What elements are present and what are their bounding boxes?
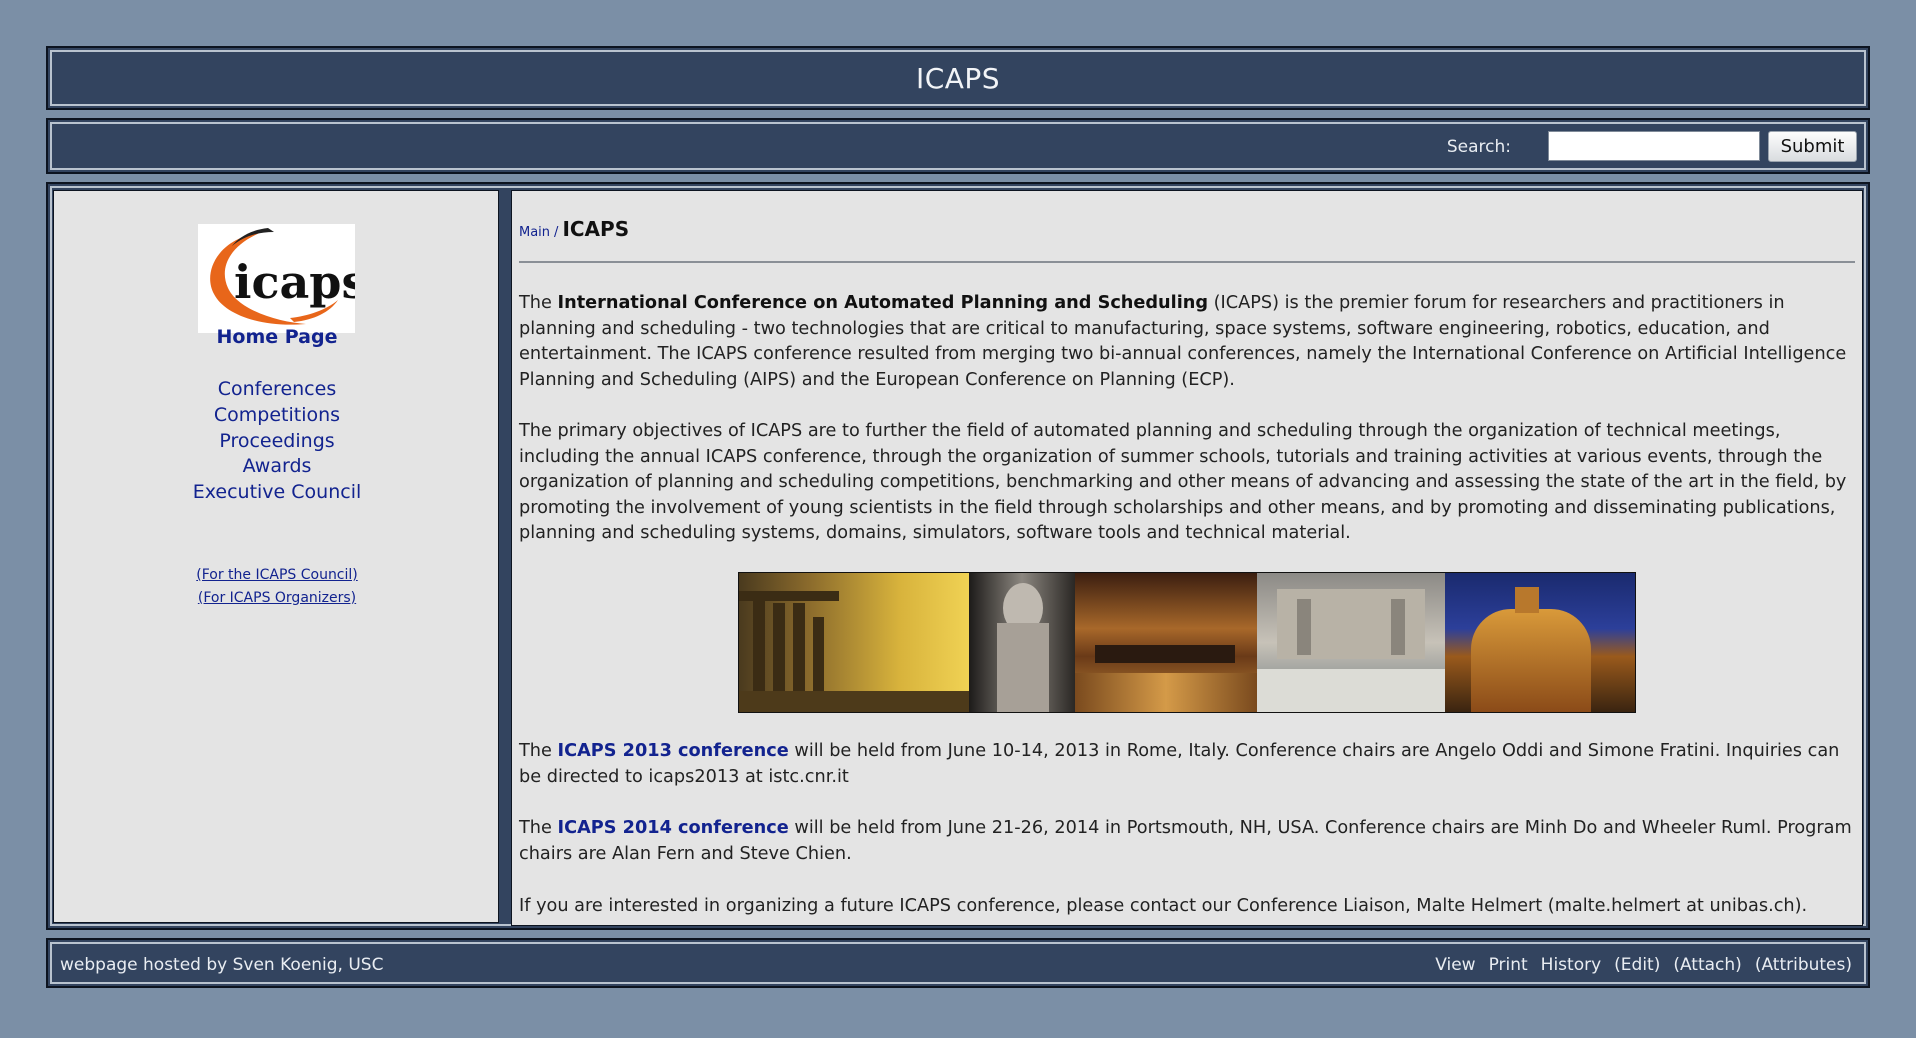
svg-text:icaps: icaps	[234, 255, 355, 309]
title-divider	[519, 261, 1855, 263]
site-header: ICAPS	[46, 46, 1870, 110]
sidebar-link-council[interactable]: (For the ICAPS Council)	[54, 566, 500, 584]
sidebar-link-conferences[interactable]: Conferences	[54, 378, 500, 400]
main-content: Main / ICAPS The International Conference …	[511, 190, 1863, 926]
breadcrumb: Main / ICAPS	[519, 217, 629, 241]
page-title: ICAPS	[562, 217, 630, 241]
sidebar-home-link[interactable]: Home Page	[54, 326, 500, 348]
banner-castel-sant-angelo	[1445, 573, 1635, 712]
icaps-logo[interactable]: icaps	[198, 224, 355, 333]
icaps-2014-text-start: The	[519, 818, 558, 838]
sidebar-link-awards[interactable]: Awards	[54, 455, 500, 477]
rome-banner-image	[738, 572, 1636, 713]
site-title: ICAPS	[915, 61, 1001, 95]
banner-auditorium	[1075, 573, 1257, 712]
breadcrumb-separator: /	[554, 225, 559, 240]
action-print[interactable]: Print	[1489, 955, 1528, 975]
icaps-2013-paragraph: The ICAPS 2013 conference will be held f…	[519, 739, 1859, 790]
icaps-2014-link[interactable]: ICAPS 2014 conference	[558, 818, 789, 838]
icaps-2013-text-start: The	[519, 741, 558, 761]
action-view[interactable]: View	[1435, 955, 1475, 975]
sidebar-link-organizers[interactable]: (For ICAPS Organizers)	[54, 589, 500, 607]
site-footer: webpage hosted by Sven Koenig, USC View …	[46, 938, 1870, 988]
page-actions: View Print History (Edit) (Attach) (Attr…	[1435, 955, 1852, 975]
submit-button[interactable]: Submit	[1768, 131, 1857, 162]
sidebar-link-competitions[interactable]: Competitions	[54, 404, 500, 426]
action-edit[interactable]: (Edit)	[1614, 955, 1660, 975]
banner-forum-ruins	[739, 573, 969, 712]
conference-full-name: International Conference on Automated Pl…	[557, 293, 1209, 313]
footer-credit: webpage hosted by Sven Koenig, USC	[60, 955, 384, 975]
breadcrumb-main-link[interactable]: Main	[519, 225, 550, 240]
icaps-logo-icon: icaps	[210, 228, 355, 325]
sidebar-link-proceedings[interactable]: Proceedings	[54, 430, 500, 452]
icaps-2013-link[interactable]: ICAPS 2013 conference	[558, 741, 789, 761]
action-attributes[interactable]: (Attributes)	[1755, 955, 1852, 975]
icaps-2014-paragraph: The ICAPS 2014 conference will be held f…	[519, 816, 1859, 867]
search-label: Search:	[1446, 137, 1511, 157]
objectives-paragraph: The primary objectives of ICAPS are to f…	[519, 421, 1847, 544]
action-attach[interactable]: (Attach)	[1673, 955, 1741, 975]
action-history[interactable]: History	[1541, 955, 1601, 975]
sidebar-link-executive-council[interactable]: Executive Council	[54, 481, 500, 503]
banner-moses-statue	[969, 573, 1075, 712]
intro-paragraph: The International Conference on Automate…	[519, 291, 1859, 393]
search-input[interactable]	[1548, 131, 1760, 161]
organizing-paragraph: If you are interested in organizing a fu…	[519, 896, 1808, 916]
intro-text-start: The	[519, 293, 558, 313]
sidebar: icaps Home Page Conferences Competitions…	[53, 190, 499, 923]
banner-trevi-fountain	[1257, 573, 1445, 712]
